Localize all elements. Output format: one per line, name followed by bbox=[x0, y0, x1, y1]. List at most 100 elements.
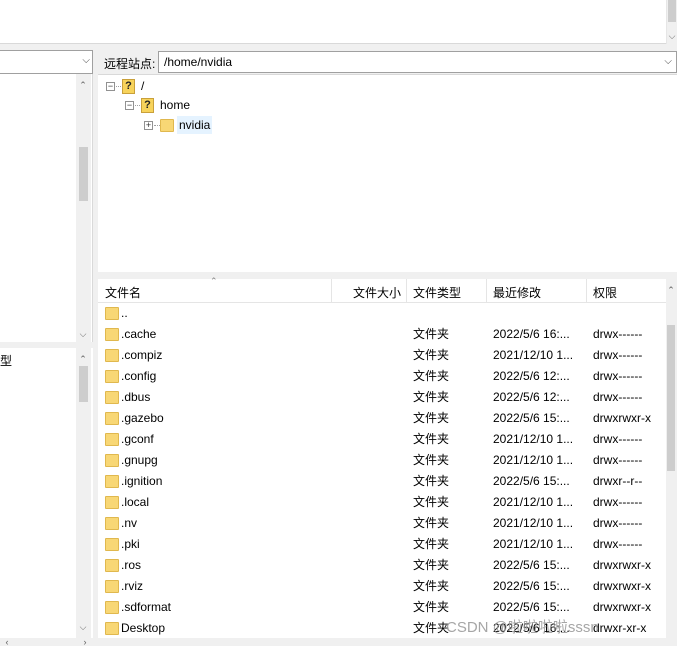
column-separator[interactable] bbox=[331, 279, 332, 303]
table-row[interactable]: .local 文件夹 2021/12/10 1... drwx------ bbox=[98, 492, 666, 513]
table-row[interactable]: .gazebo 文件夹 2022/5/6 15:... drwxrwxr-x bbox=[98, 408, 666, 429]
table-row[interactable]: .sdformat 文件夹 2022/5/6 15:... drwxrwxr-x bbox=[98, 597, 666, 618]
question-folder-icon: ? bbox=[141, 98, 154, 113]
remote-tree[interactable]: − ? / − ? home + nvidia bbox=[98, 74, 677, 272]
file-name: .config bbox=[121, 369, 157, 383]
scroll-down-arrow-icon[interactable]: ⌵ bbox=[667, 31, 677, 41]
chevron-down-icon[interactable]: ⌵ bbox=[82, 55, 90, 66]
folder-icon bbox=[105, 601, 119, 614]
table-row[interactable]: .config 文件夹 2022/5/6 12:... drwx------ bbox=[98, 366, 666, 387]
table-row[interactable]: .nv 文件夹 2021/12/10 1... drwx------ bbox=[98, 513, 666, 534]
remote-file-list[interactable]: ⌃ 文件名 文件大小 文件类型 最近修改 权限 .. .cache 文件夹 2022… bbox=[98, 276, 677, 638]
table-row[interactable]: .. bbox=[98, 303, 666, 324]
file-permissions: drwxr--r-- bbox=[593, 474, 643, 488]
file-type: 文件夹 bbox=[413, 558, 450, 572]
chevron-down-icon[interactable]: ⌵ bbox=[664, 56, 672, 67]
folder-icon bbox=[105, 580, 119, 593]
file-type: 文件夹 bbox=[413, 579, 450, 593]
scrollbar-thumb[interactable] bbox=[668, 0, 676, 22]
scroll-down-arrow-icon[interactable]: ⌵ bbox=[78, 329, 88, 339]
scroll-down-arrow-icon[interactable]: ⌵ bbox=[78, 622, 88, 632]
folder-icon bbox=[105, 307, 119, 320]
table-row[interactable]: .compiz 文件夹 2021/12/10 1... drwx------ bbox=[98, 345, 666, 366]
sort-ascending-icon: ⌃ bbox=[210, 276, 218, 286]
column-separator[interactable] bbox=[586, 279, 587, 303]
file-modified: 2022/5/6 15:... bbox=[493, 600, 570, 614]
local-column-header-fragment[interactable]: 型 bbox=[0, 352, 12, 369]
message-log bbox=[0, 0, 677, 44]
file-type: 文件夹 bbox=[413, 369, 450, 383]
file-permissions: drwxrwxr-x bbox=[593, 558, 651, 572]
file-name: .rviz bbox=[121, 579, 143, 593]
file-modified: 2022/5/6 15:... bbox=[493, 579, 570, 593]
table-row[interactable]: .dbus 文件夹 2022/5/6 12:... drwx------ bbox=[98, 387, 666, 408]
file-permissions: drwx------ bbox=[593, 348, 643, 362]
table-row[interactable]: .ignition 文件夹 2022/5/6 15:... drwxr--r-- bbox=[98, 471, 666, 492]
folder-icon bbox=[105, 412, 119, 425]
scrollbar-thumb[interactable] bbox=[79, 366, 88, 402]
folder-icon bbox=[105, 391, 119, 404]
column-header-type[interactable]: 文件类型 bbox=[413, 284, 461, 301]
local-path-input[interactable]: ⌵ bbox=[0, 50, 93, 74]
file-name: .ignition bbox=[121, 474, 163, 488]
file-permissions: drwxr-xr-x bbox=[593, 621, 647, 635]
collapse-toggle-icon[interactable]: − bbox=[106, 82, 115, 91]
file-modified: 2021/12/10 1... bbox=[493, 348, 574, 362]
table-row[interactable]: .gconf 文件夹 2021/12/10 1... drwx------ bbox=[98, 429, 666, 450]
remote-list-scrollbar[interactable]: ⌃ bbox=[666, 279, 677, 638]
remote-path-input[interactable]: /home/nvidia ⌵ bbox=[158, 51, 677, 73]
folder-icon bbox=[105, 475, 119, 488]
folder-icon bbox=[105, 328, 119, 341]
file-name: .pki bbox=[121, 537, 140, 551]
column-separator[interactable] bbox=[406, 279, 407, 303]
file-permissions: drwx------ bbox=[593, 390, 643, 404]
file-name: .nv bbox=[121, 516, 138, 530]
scroll-up-arrow-icon[interactable]: ⌃ bbox=[78, 354, 88, 364]
file-modified: 2021/12/10 1... bbox=[493, 453, 574, 467]
folder-icon bbox=[105, 517, 119, 530]
file-permissions: drwx------ bbox=[593, 537, 643, 551]
table-row[interactable]: .rviz 文件夹 2022/5/6 15:... drwxrwxr-x bbox=[98, 576, 666, 597]
expand-toggle-icon[interactable]: + bbox=[144, 121, 153, 130]
file-name: .sdformat bbox=[121, 600, 172, 614]
table-row[interactable]: .cache 文件夹 2022/5/6 16:... drwx------ bbox=[98, 324, 666, 345]
column-header-modified[interactable]: 最近修改 bbox=[493, 284, 541, 301]
file-permissions: drwxrwxr-x bbox=[593, 411, 651, 425]
file-modified: 2021/12/10 1... bbox=[493, 537, 574, 551]
file-name: .cache bbox=[121, 327, 157, 341]
file-name: .ros bbox=[121, 558, 142, 572]
file-permissions: drwx------ bbox=[593, 369, 643, 383]
file-type: 文件夹 bbox=[413, 348, 450, 362]
collapse-toggle-icon[interactable]: − bbox=[125, 101, 134, 110]
folder-icon bbox=[105, 538, 119, 551]
column-header-permissions[interactable]: 权限 bbox=[593, 284, 617, 301]
pane-divider[interactable] bbox=[98, 272, 677, 279]
local-horizontal-scrollbar[interactable]: ‹ › bbox=[0, 637, 93, 647]
table-row[interactable]: .pki 文件夹 2021/12/10 1... drwx------ bbox=[98, 534, 666, 555]
column-separator[interactable] bbox=[486, 279, 487, 303]
table-row[interactable]: .gnupg 文件夹 2021/12/10 1... drwx------ bbox=[98, 450, 666, 471]
local-list-scrollbar[interactable]: ⌃ ⌵ bbox=[76, 348, 91, 638]
scroll-up-arrow-icon[interactable]: ⌃ bbox=[78, 80, 88, 90]
tree-item-nvidia[interactable]: nvidia bbox=[177, 116, 213, 134]
scroll-up-arrow-icon[interactable]: ⌃ bbox=[666, 285, 676, 295]
scrollbar-thumb[interactable] bbox=[667, 325, 675, 471]
file-permissions: drwx------ bbox=[593, 495, 643, 509]
local-tree-scrollbar[interactable]: ⌃ ⌵ bbox=[76, 74, 91, 342]
tree-item-home[interactable]: home bbox=[160, 96, 190, 114]
local-tree[interactable]: ⌃ ⌵ bbox=[0, 74, 93, 342]
file-permissions: drwx------ bbox=[593, 327, 643, 341]
file-name: .. bbox=[121, 306, 128, 320]
file-modified: 2021/12/10 1... bbox=[493, 516, 574, 530]
scrollbar-thumb[interactable] bbox=[79, 147, 88, 201]
column-header-size[interactable]: 文件大小 bbox=[353, 284, 401, 301]
tree-item-root[interactable]: / bbox=[141, 77, 144, 95]
local-file-list[interactable]: ⌃ ⌵ bbox=[0, 348, 93, 638]
file-name: .local bbox=[121, 495, 150, 509]
table-row[interactable]: .ros 文件夹 2022/5/6 15:... drwxrwxr-x bbox=[98, 555, 666, 576]
file-permissions: drwxrwxr-x bbox=[593, 579, 651, 593]
remote-horizontal-scrollbar[interactable] bbox=[98, 638, 677, 646]
column-header-name[interactable]: 文件名 bbox=[105, 284, 141, 301]
message-log-scrollbar[interactable]: ⌵ bbox=[666, 0, 677, 44]
file-type: 文件夹 bbox=[413, 453, 450, 467]
